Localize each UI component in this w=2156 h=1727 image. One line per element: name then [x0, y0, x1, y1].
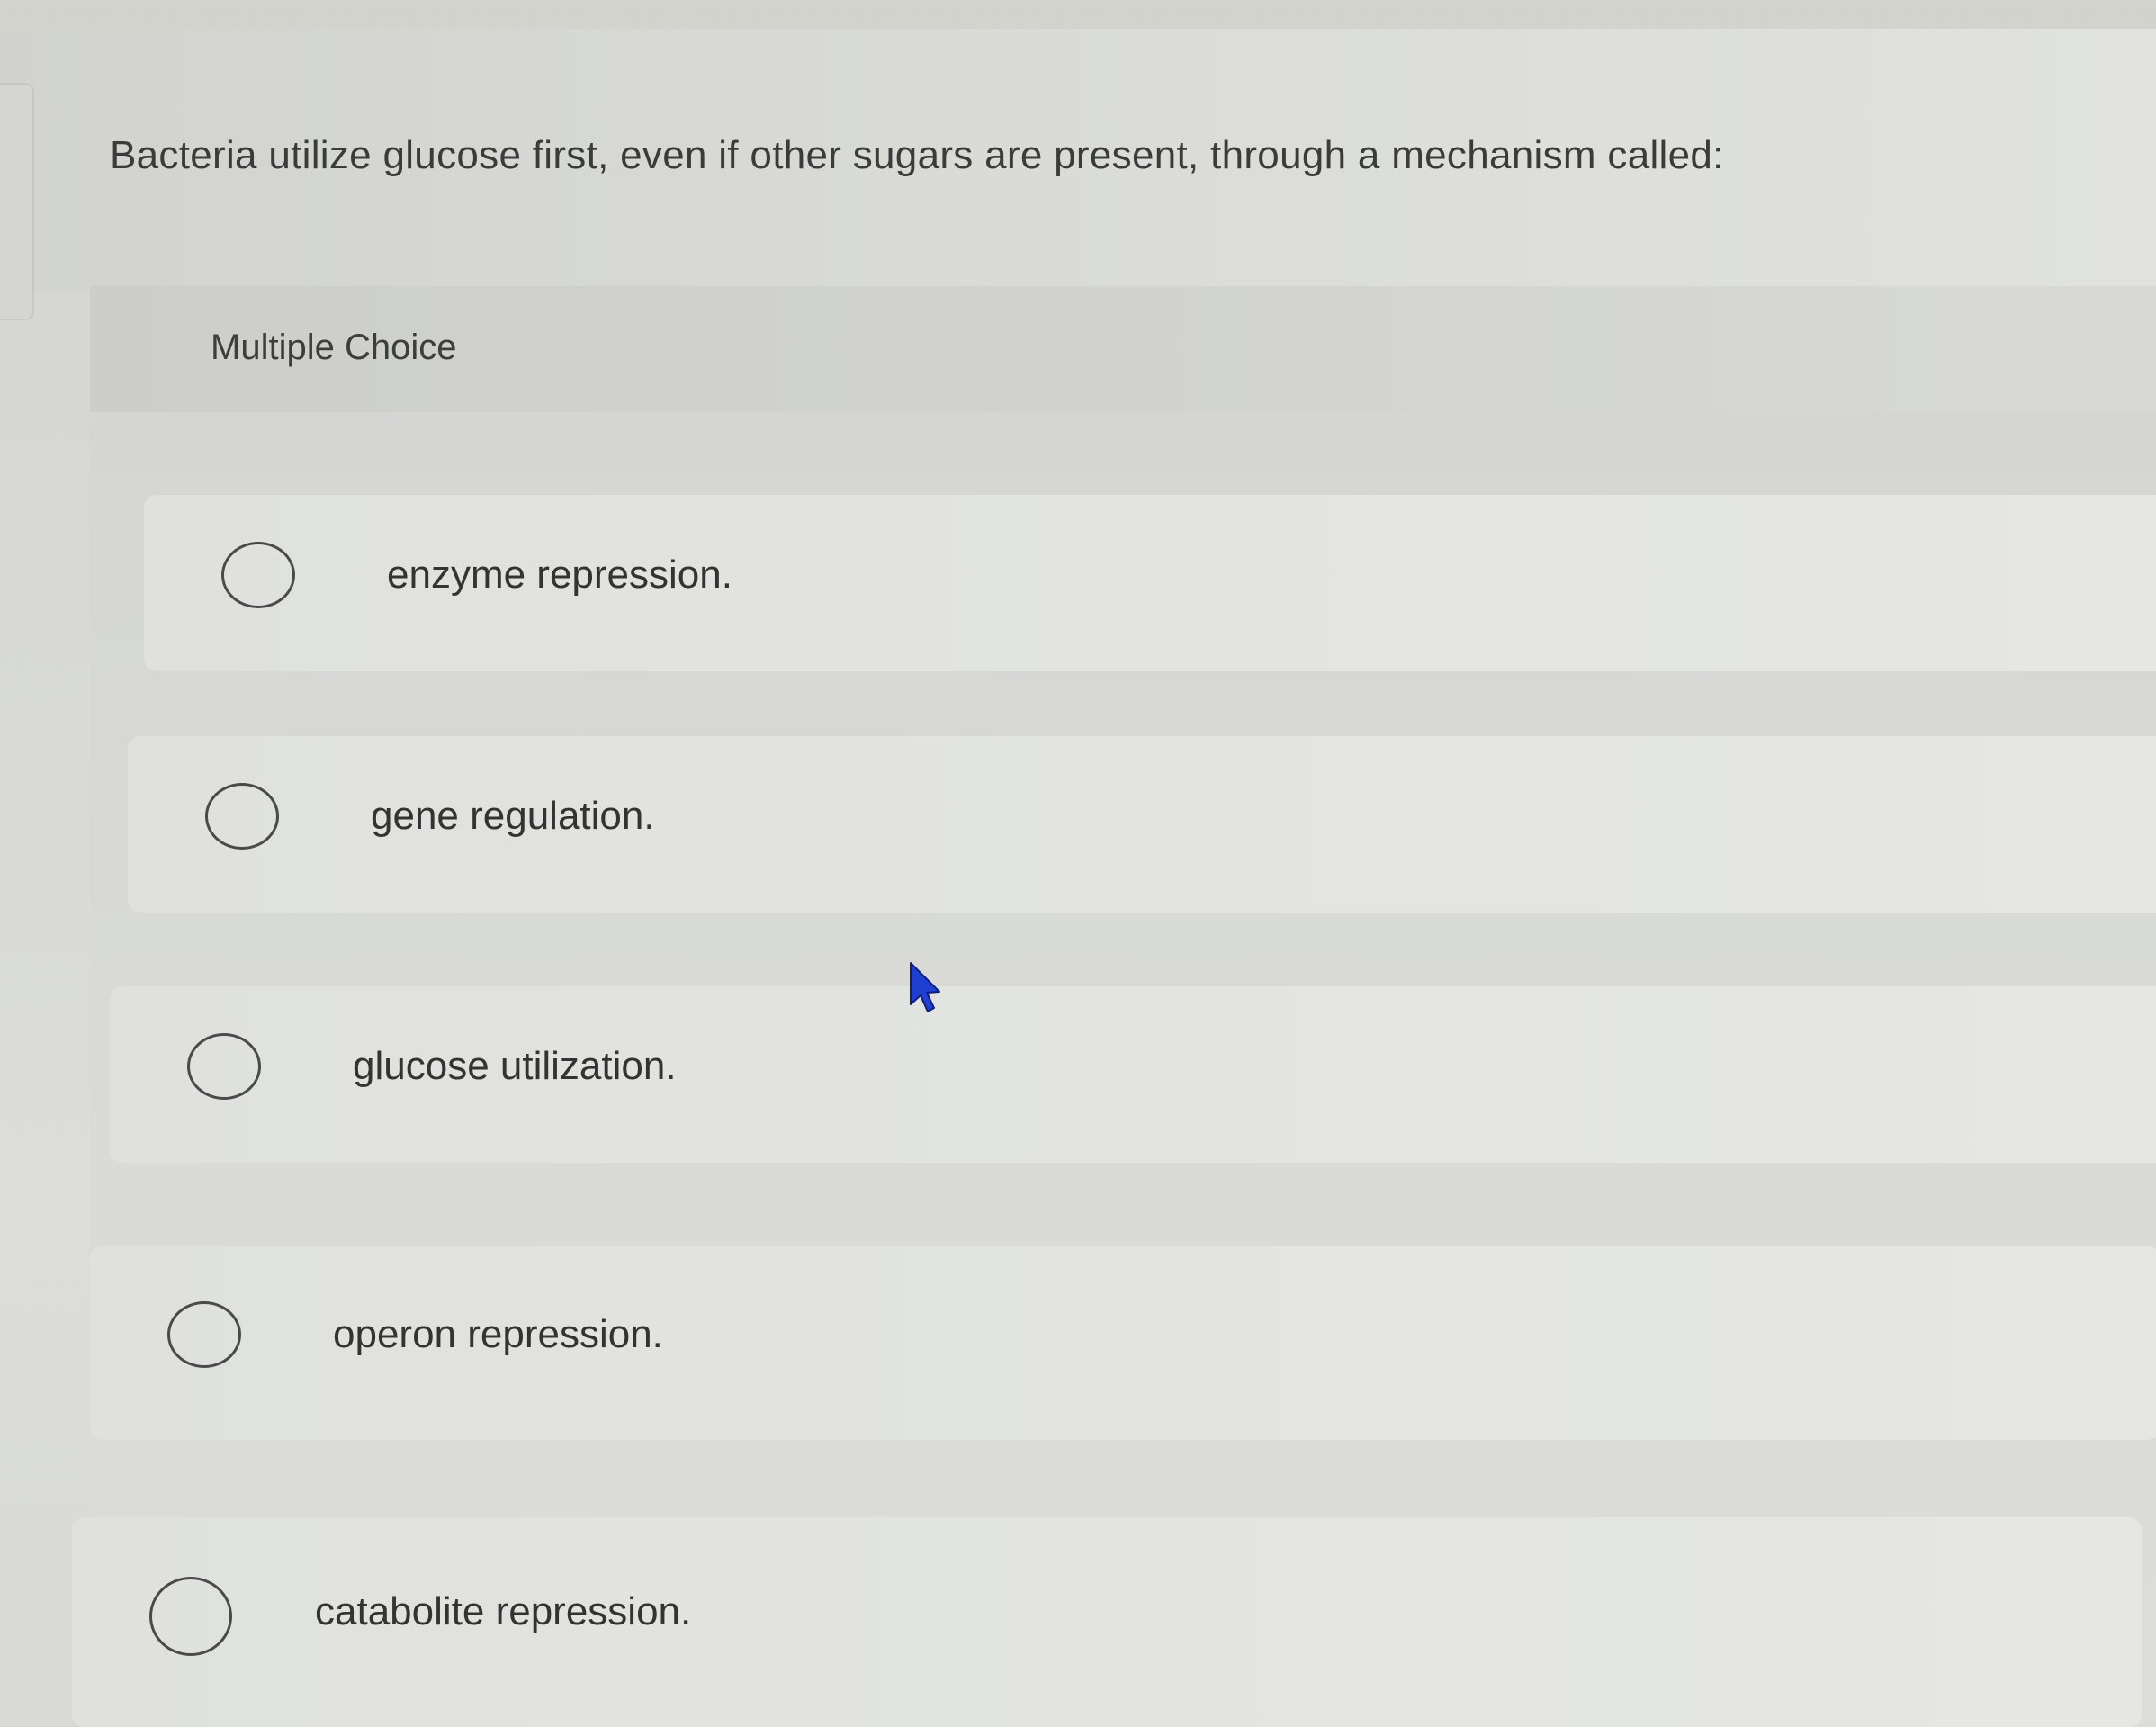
mouse-pointer-shape — [910, 962, 940, 1012]
multiple-choice-header: Multiple Choice — [90, 286, 2156, 412]
question-text: Bacteria utilize glucose first, even if … — [110, 133, 1724, 177]
radio-button[interactable] — [167, 1301, 241, 1368]
option-label: operon repression. — [333, 1312, 663, 1356]
left-panel-edge — [0, 83, 34, 320]
multiple-choice-label: Multiple Choice — [211, 328, 457, 367]
answer-option-enzyme-repression[interactable]: enzyme repression. — [144, 495, 2156, 671]
radio-button[interactable] — [187, 1033, 261, 1100]
option-label: gene regulation. — [371, 794, 655, 838]
question-panel: Bacteria utilize glucose first, even if … — [0, 29, 2156, 320]
answer-option-catabolite-repression[interactable]: catabolite repression. — [72, 1517, 2142, 1727]
answer-option-gene-regulation[interactable]: gene regulation. — [128, 736, 2156, 913]
option-label: catabolite repression. — [315, 1589, 692, 1633]
answer-option-operon-repression[interactable]: operon repression. — [90, 1246, 2156, 1440]
radio-button[interactable] — [221, 542, 295, 608]
radio-button[interactable] — [205, 783, 279, 850]
answer-option-glucose-utilization[interactable]: glucose utilization. — [110, 986, 2156, 1163]
radio-button[interactable] — [149, 1577, 232, 1656]
option-label: enzyme repression. — [387, 553, 732, 597]
mouse-pointer-icon — [910, 962, 940, 1012]
option-label: glucose utilization. — [353, 1044, 677, 1088]
quiz-page: Bacteria utilize glucose first, even if … — [0, 0, 2156, 1727]
